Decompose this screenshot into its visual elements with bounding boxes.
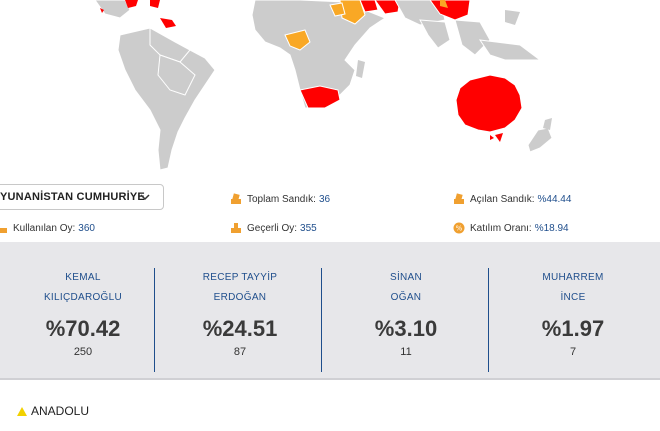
stat-label: Açılan Sandık:: [470, 193, 535, 205]
stat-value: 355: [300, 222, 317, 234]
stat-value: 360: [78, 222, 95, 234]
candidate-last-name: OĞAN: [390, 292, 422, 303]
stat-value: 36: [318, 193, 331, 205]
candidate-last-name: İNCE: [560, 292, 586, 303]
candidate-first-name: RECEP TAYYİP: [202, 272, 278, 283]
candidate-first-name: MUHARREM: [542, 272, 604, 283]
chevron-down-icon: [140, 194, 150, 201]
candidate-card: KEMAL KILIÇDAROĞLU %70.42 250: [0, 268, 166, 358]
world-map: [94, 0, 553, 170]
panel-bottom-border: [0, 378, 660, 380]
candidate-card: MUHARREM İNCE %1.97 7: [490, 268, 656, 358]
candidate-last-name: ERDOĞAN: [213, 292, 267, 303]
stat-gecerli-oy: Geçerli Oy: 355: [230, 222, 317, 234]
stat-label: Katılım Oranı:: [470, 222, 532, 234]
anadolu-logo[interactable]: ANADOLU: [17, 404, 89, 418]
divider: [488, 268, 489, 372]
percent-icon: %: [453, 222, 465, 234]
candidate-first-name: KEMAL: [65, 272, 101, 283]
candidate-last-name: KILIÇDAROĞLU: [43, 292, 123, 303]
triangle-icon: [17, 406, 27, 416]
stat-label: Kullanılan Oy:: [13, 222, 76, 234]
ballot-box-icon: [231, 193, 241, 204]
candidate-percent: %1.97: [541, 316, 605, 341]
candidate-first-name: SİNAN: [389, 272, 423, 283]
south-africa-red: [299, 85, 341, 109]
stat-label: Geçerli Oy:: [247, 222, 298, 234]
stat-kullanilan-oy: Kullanılan Oy: 360: [0, 222, 95, 234]
stat-value: %18.94: [534, 222, 569, 234]
candidate-card: SİNAN OĞAN %3.10 11: [323, 268, 489, 358]
country-select-value: YUNANİSTAN CUMHURİYE: [0, 191, 145, 203]
divider: [154, 268, 155, 372]
divider: [321, 268, 322, 372]
brand-text: ANADOLU: [31, 404, 90, 418]
valid-vote-icon: [231, 223, 241, 233]
candidate-percent: %70.42: [45, 316, 121, 341]
open-ballot-icon: [454, 193, 464, 204]
stat-acilan-sandik: Açılan Sandık: %44.44: [453, 193, 571, 205]
candidate-card: RECEP TAYYİP ERDOĞAN %24.51 87: [157, 268, 323, 358]
candidate-votes: 11: [400, 346, 412, 358]
candidate-percent: %3.10: [374, 316, 438, 341]
stat-label: Toplam Sandık:: [247, 193, 316, 205]
candidate-votes: 250: [73, 346, 93, 358]
stat-toplam-sandik: Toplam Sandık: 36: [230, 193, 330, 205]
vote-icon: [0, 228, 7, 233]
svg-text:%: %: [456, 225, 463, 233]
stat-katilim-orani: % Katılım Oranı: %18.94: [453, 222, 569, 234]
stat-value: %44.44: [537, 193, 572, 205]
candidate-percent: %24.51: [202, 316, 278, 341]
candidate-votes: 7: [569, 346, 577, 358]
australia-red: [455, 74, 523, 133]
candidate-votes: 87: [233, 346, 247, 358]
country-select[interactable]: YUNANİSTAN CUMHURİYE: [0, 184, 164, 210]
